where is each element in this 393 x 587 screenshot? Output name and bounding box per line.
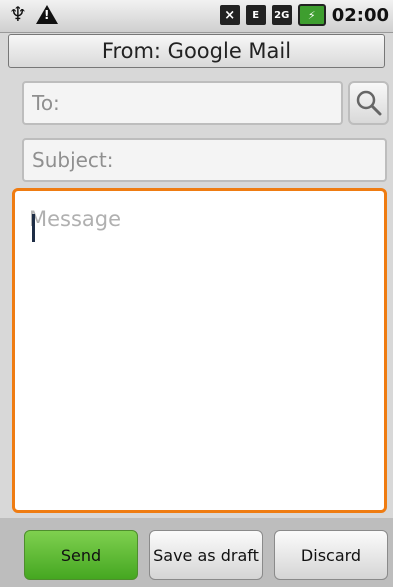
battery-icon: ⚡: [297, 4, 326, 26]
search-icon: [356, 90, 381, 116]
to-field[interactable]: [22, 81, 343, 125]
network-icon: E: [245, 5, 266, 25]
message-input[interactable]: [15, 191, 384, 510]
warning-icon: [36, 4, 58, 24]
status-bar: ♆ × E 2G ⚡ 02:00: [0, 0, 393, 33]
status-left-icons: ♆: [8, 2, 58, 26]
status-right-icons: × E 2G ⚡ 02:00: [219, 4, 389, 26]
mute-icon: ×: [219, 5, 240, 25]
send-button[interactable]: Send: [24, 530, 138, 580]
subject-field[interactable]: [22, 138, 387, 182]
discard-button[interactable]: Discard: [274, 530, 388, 580]
clock-text: 02:00: [331, 4, 389, 26]
contact-search-button[interactable]: [348, 81, 389, 125]
compose-action-bar: Send Save as draft Discard: [0, 518, 393, 587]
signal-icon: 2G: [271, 5, 292, 25]
text-cursor: [32, 214, 35, 242]
message-body-field[interactable]: [12, 188, 387, 513]
usb-icon: ♆: [9, 2, 27, 26]
save-draft-button[interactable]: Save as draft: [149, 530, 263, 580]
subject-input[interactable]: [24, 140, 385, 180]
from-account-selector[interactable]: From: Google Mail: [8, 34, 385, 68]
to-input[interactable]: [24, 83, 341, 123]
